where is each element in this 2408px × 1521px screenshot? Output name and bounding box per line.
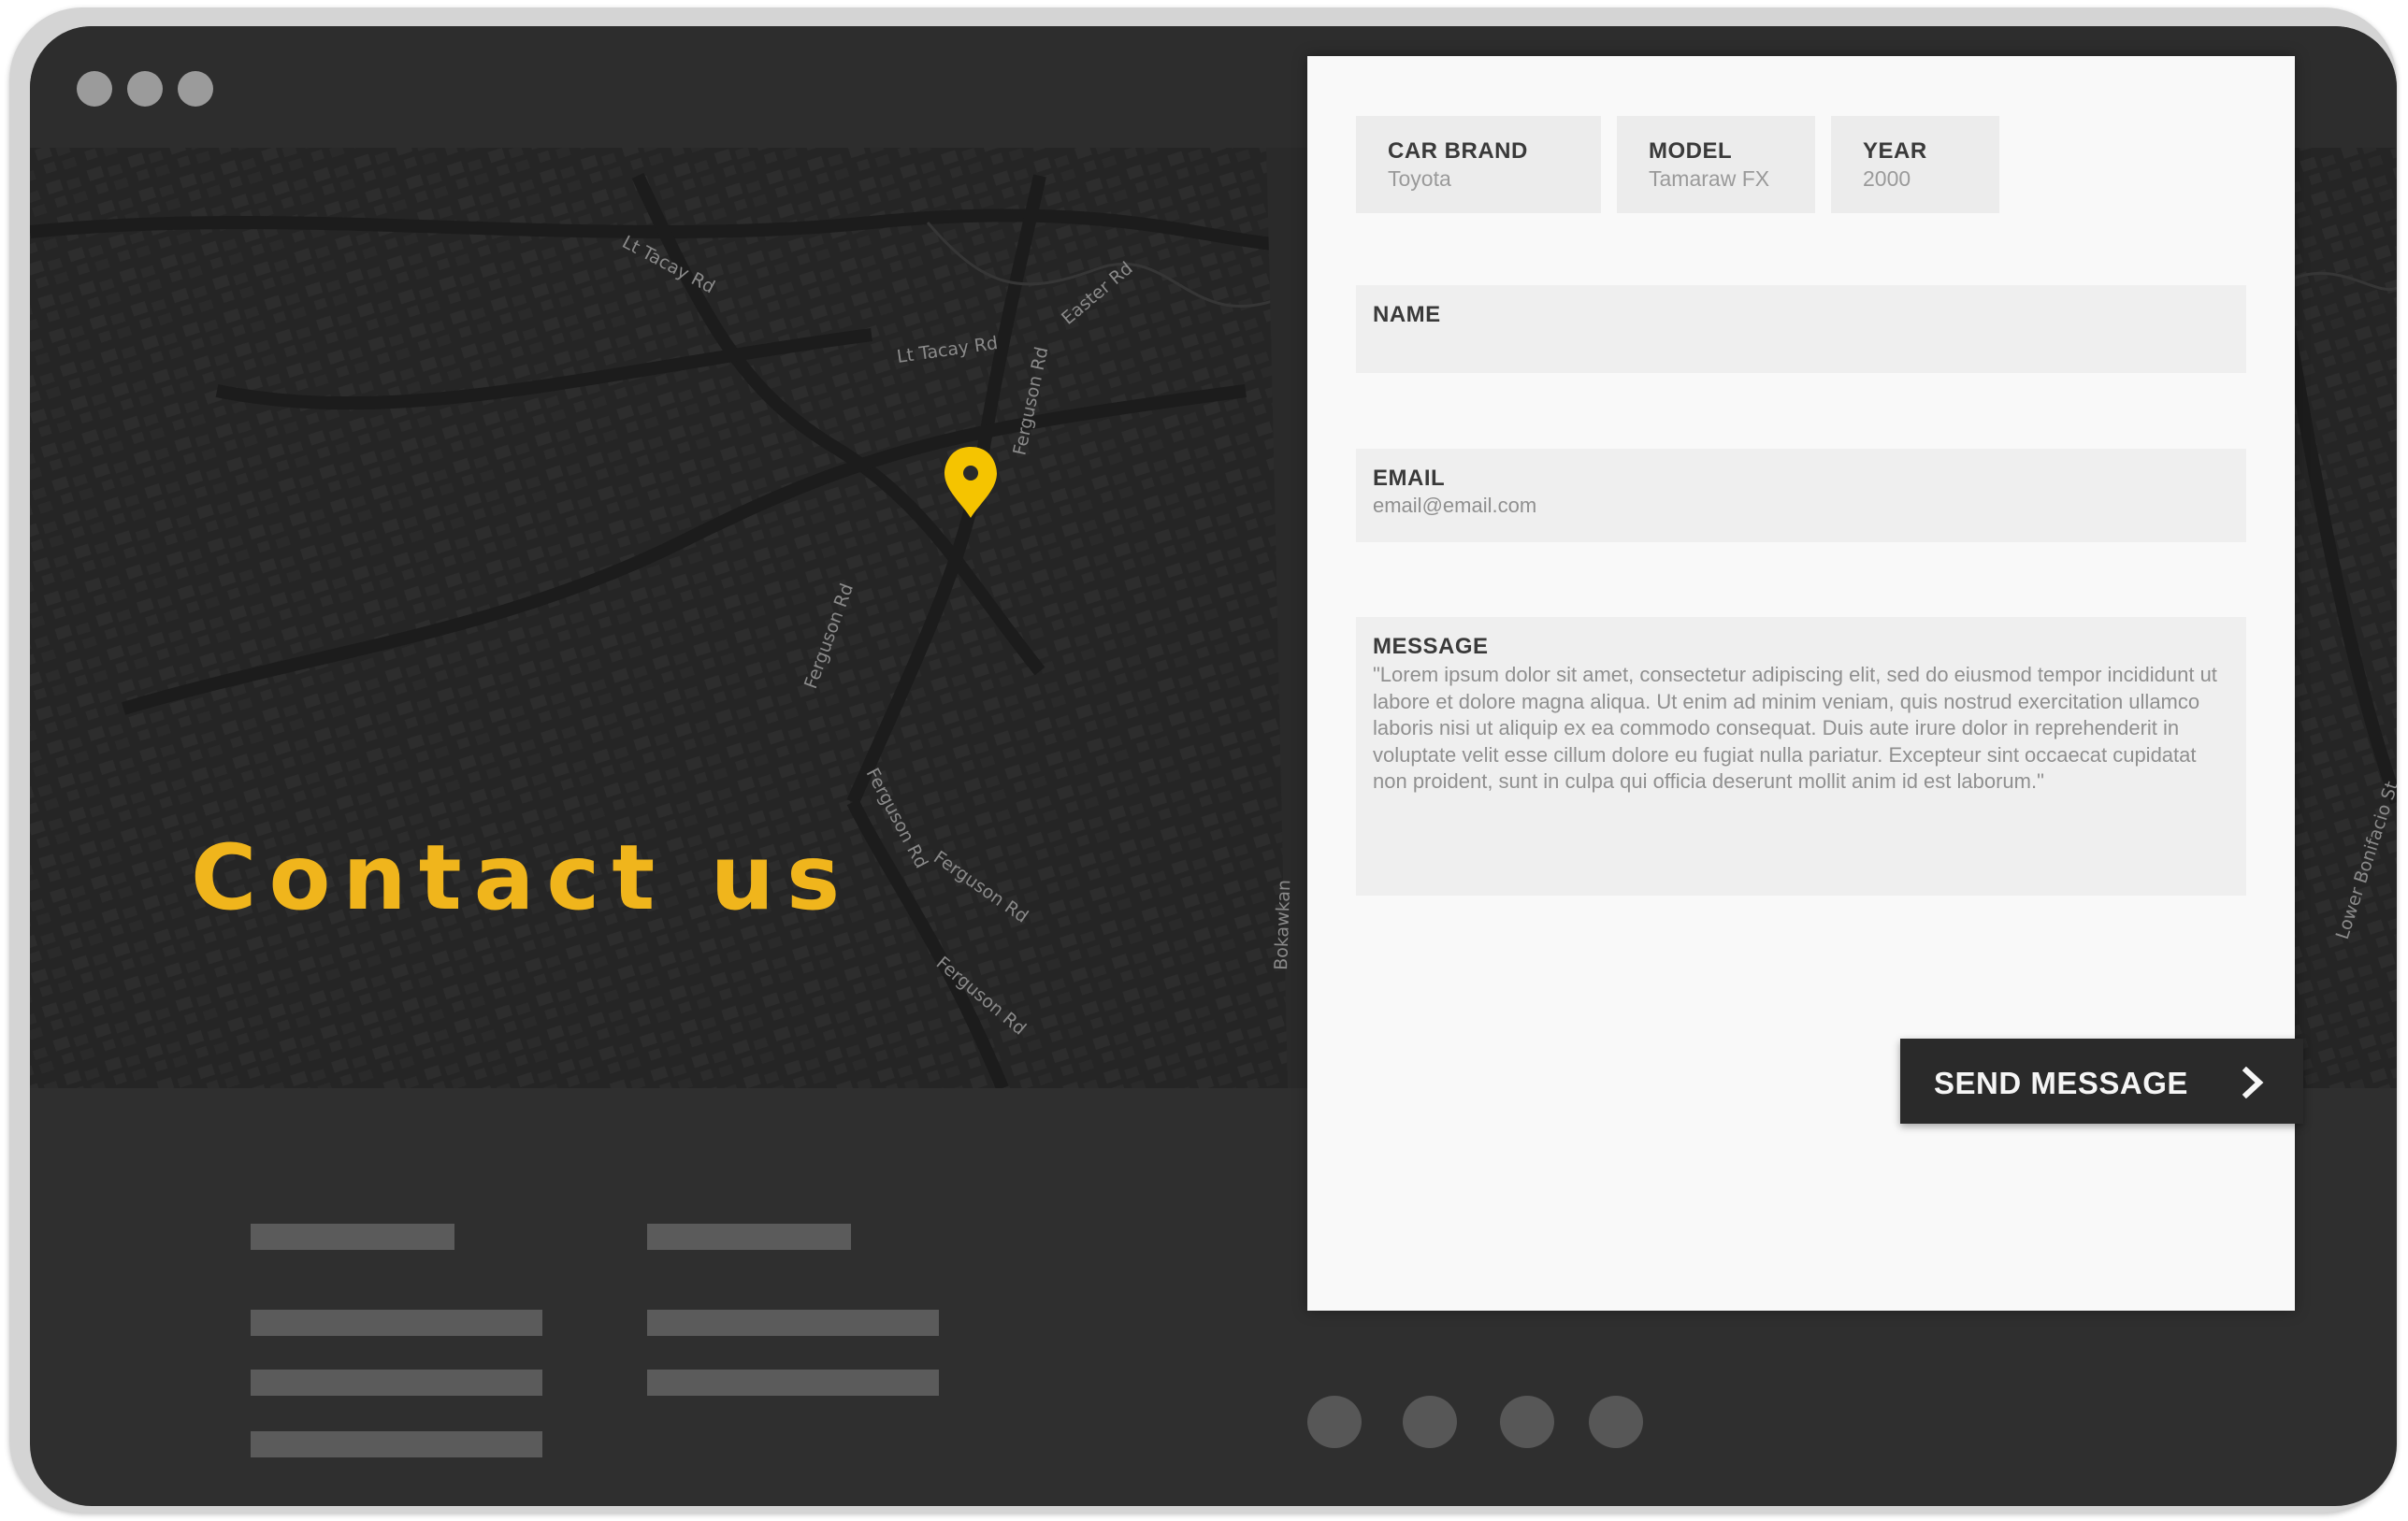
- year-label: YEAR: [1863, 138, 1927, 164]
- email-field[interactable]: EMAIL email@email.com: [1356, 449, 2246, 542]
- page-title: Contact us: [191, 825, 853, 930]
- footer-heading-placeholder: [647, 1224, 851, 1250]
- name-field[interactable]: NAME: [1356, 285, 2246, 373]
- car-brand-field[interactable]: CAR BRAND Toyota: [1356, 116, 1601, 213]
- window-control-dot[interactable]: [77, 71, 112, 107]
- footer-link-placeholder[interactable]: [251, 1370, 542, 1396]
- car-brand-label: CAR BRAND: [1388, 138, 1528, 164]
- street-label: Bokawkan: [1271, 880, 1294, 971]
- footer-link-placeholder[interactable]: [647, 1370, 939, 1396]
- chevron-right-icon: [2242, 1067, 2264, 1098]
- email-label: EMAIL: [1373, 466, 1446, 491]
- pagination-dot[interactable]: [1403, 1396, 1457, 1448]
- device-frame: Lt Tacay Rd Lt Tacay Rd Easter Rd Fergus…: [9, 7, 2397, 1513]
- year-value: 2000: [1863, 166, 1911, 191]
- send-message-button[interactable]: SEND MESSAGE: [1900, 1039, 2303, 1124]
- message-label: MESSAGE: [1373, 634, 1489, 659]
- model-field[interactable]: MODEL Tamaraw FX: [1617, 116, 1815, 213]
- footer-link-placeholder[interactable]: [251, 1310, 542, 1336]
- year-field[interactable]: YEAR 2000: [1831, 116, 1999, 213]
- footer-link-placeholder[interactable]: [647, 1310, 939, 1336]
- send-message-label: SEND MESSAGE: [1934, 1066, 2188, 1100]
- pagination-dot[interactable]: [1589, 1396, 1643, 1448]
- model-value: Tamaraw FX: [1649, 166, 1770, 191]
- window-control-dot[interactable]: [127, 71, 163, 107]
- footer-link-placeholder[interactable]: [251, 1431, 542, 1457]
- name-label: NAME: [1373, 302, 1441, 327]
- car-brand-value: Toyota: [1388, 166, 1451, 191]
- message-field[interactable]: MESSAGE "Lorem ipsum dolor sit amet, con…: [1356, 617, 2246, 896]
- window-control-dot[interactable]: [178, 71, 213, 107]
- pagination-dot[interactable]: [1500, 1396, 1554, 1448]
- pagination-dot[interactable]: [1307, 1396, 1362, 1448]
- email-placeholder: email@email.com: [1373, 494, 1537, 517]
- browser-screen: Lt Tacay Rd Lt Tacay Rd Easter Rd Fergus…: [30, 26, 2397, 1506]
- footer-heading-placeholder: [251, 1224, 454, 1250]
- message-text: "Lorem ipsum dolor sit amet, consectetur…: [1373, 663, 2217, 793]
- model-label: MODEL: [1649, 138, 1733, 164]
